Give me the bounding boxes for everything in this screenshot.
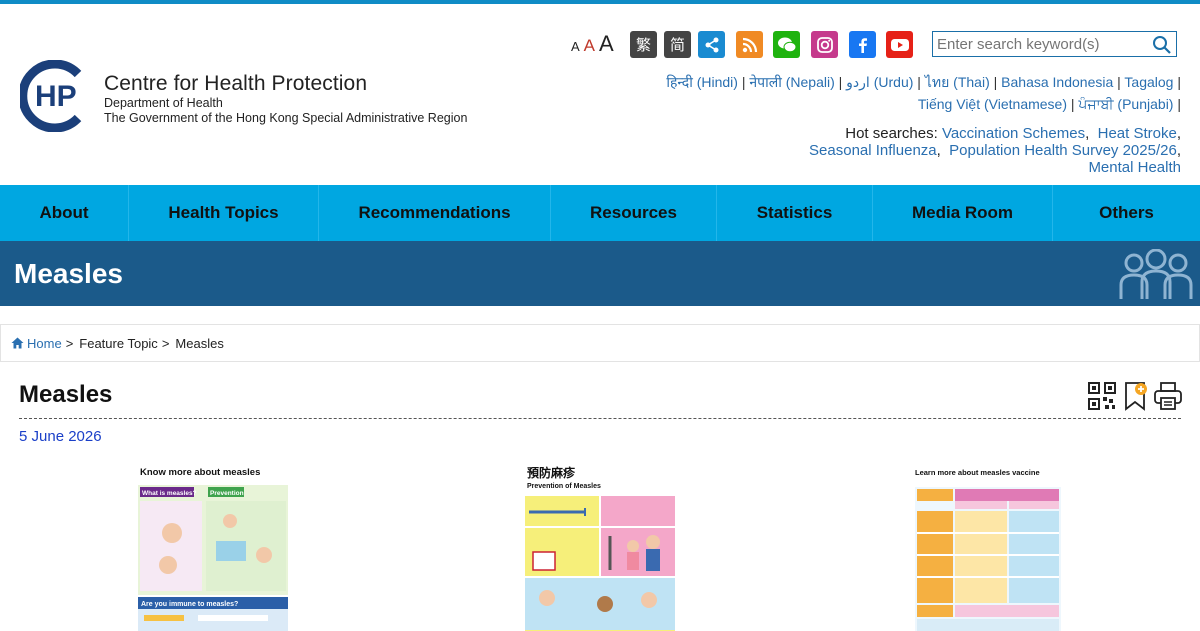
simp-label: 简 xyxy=(669,37,685,54)
youtube-icon xyxy=(890,38,909,51)
rss-icon xyxy=(742,37,757,52)
poster-measles-vaccine[interactable]: Learn more about measles vaccine xyxy=(913,464,1063,631)
lang-punjabi[interactable]: ਪੰਜਾਬੀ (Punjabi) xyxy=(1078,96,1173,112)
rss-button[interactable] xyxy=(736,31,763,58)
hot-search-link[interactable]: Vaccination Schemes xyxy=(942,125,1085,142)
search-input[interactable] xyxy=(937,35,1147,53)
nav-others[interactable]: Others xyxy=(1053,185,1200,241)
lang-urdu[interactable]: اردو (Urdu) xyxy=(846,74,913,90)
nav-media-room[interactable]: Media Room xyxy=(873,185,1053,241)
font-large-button[interactable]: A xyxy=(599,31,614,57)
org-dept: Department of Health xyxy=(104,96,223,110)
page-banner: Measles xyxy=(0,241,1200,306)
main-nav: About Health Topics Recommendations Reso… xyxy=(0,185,1200,241)
lang-vietnamese[interactable]: Tiếng Việt (Vietnamese) xyxy=(918,96,1067,112)
instagram-icon xyxy=(816,36,833,53)
hot-searches: Hot searches: Vaccination Schemes, Heat … xyxy=(809,125,1181,176)
poster-title: Learn more about measles vaccine xyxy=(915,468,1040,477)
people-icon xyxy=(1119,249,1193,299)
font-size-switcher: A A A xyxy=(571,31,614,57)
publish-date: 5 June 2026 xyxy=(19,428,102,445)
hot-search-link[interactable]: Seasonal Influenza xyxy=(809,142,937,159)
poster-artwork: What is measles? Prevention Are you immu… xyxy=(138,485,288,631)
instagram-button[interactable] xyxy=(811,31,838,58)
nav-statistics[interactable]: Statistics xyxy=(717,185,873,241)
breadcrumb: Home > Feature Topic > Measles xyxy=(0,324,1200,362)
qr-code-icon[interactable] xyxy=(1087,381,1117,411)
poster-prevention-measles[interactable]: 預防麻疹 Prevention of Measles xyxy=(525,464,675,631)
poster-sub2: Prevention xyxy=(210,490,244,497)
org-gov: The Government of the Hong Kong Special … xyxy=(104,111,468,125)
chp-logo[interactable]: HP xyxy=(20,60,92,132)
share-icon xyxy=(705,37,718,52)
home-icon[interactable] xyxy=(11,337,24,349)
nav-health-topics[interactable]: Health Topics xyxy=(129,185,319,241)
search-icon[interactable] xyxy=(1152,35,1172,55)
font-small-button[interactable]: A xyxy=(571,39,580,54)
nav-recommendations[interactable]: Recommendations xyxy=(319,185,551,241)
font-medium-button[interactable]: A xyxy=(584,36,595,56)
poster-artwork xyxy=(525,496,675,631)
poster-artwork xyxy=(915,487,1061,631)
print-icon[interactable] xyxy=(1153,381,1183,411)
trad-label: 繁 xyxy=(635,37,651,54)
lang-hindi[interactable]: हिन्दी (Hindi) xyxy=(666,74,738,90)
traditional-chinese-button[interactable]: 繁 xyxy=(630,31,657,58)
title-divider xyxy=(19,418,1181,419)
hot-search-link[interactable]: Mental Health xyxy=(1088,159,1181,176)
simplified-chinese-button[interactable]: 简 xyxy=(664,31,691,58)
hot-search-link[interactable]: Heat Stroke xyxy=(1098,125,1177,142)
lang-nepali[interactable]: नेपाली (Nepali) xyxy=(749,74,834,90)
hot-search-link[interactable]: Population Health Survey 2025/26 xyxy=(949,142,1177,159)
poster-subtitle: Prevention of Measles xyxy=(527,483,601,490)
nav-about[interactable]: About xyxy=(0,185,129,241)
org-title-block: Centre for Health Protection Department … xyxy=(104,72,467,126)
nav-resources[interactable]: Resources xyxy=(551,185,717,241)
wechat-button[interactable] xyxy=(773,31,800,58)
breadcrumb-current: Measles xyxy=(175,335,224,351)
poster-title: Know more about measles xyxy=(140,467,261,478)
svg-text:HP: HP xyxy=(35,80,77,113)
lang-tagalog[interactable]: Tagalog xyxy=(1124,74,1173,90)
poster-title-zh: 預防麻疹 xyxy=(527,466,576,480)
poster-sub1: What is measles? xyxy=(142,490,197,497)
youtube-button[interactable] xyxy=(886,31,913,58)
site-header: HP Centre for Health Protection Departme… xyxy=(0,4,1200,185)
share-button[interactable] xyxy=(698,31,725,58)
lang-thai[interactable]: ไทย (Thai) xyxy=(925,74,990,90)
wechat-icon xyxy=(777,37,796,52)
org-name: Centre for Health Protection xyxy=(104,72,368,95)
page-title: Measles xyxy=(19,381,113,408)
facebook-icon xyxy=(858,37,867,53)
lang-indonesian[interactable]: Bahasa Indonesia xyxy=(1001,74,1113,90)
breadcrumb-home[interactable]: Home xyxy=(27,336,62,351)
hot-searches-label: Hot searches: xyxy=(845,125,938,142)
facebook-button[interactable] xyxy=(849,31,876,58)
breadcrumb-feature: Feature Topic xyxy=(79,335,158,351)
poster-sub3: Are you immune to measles? xyxy=(141,601,238,608)
poster-know-measles[interactable]: Know more about measles What is measles?… xyxy=(138,464,288,631)
banner-title: Measles xyxy=(14,258,123,289)
bookmark-icon[interactable] xyxy=(1121,381,1151,411)
language-links: हिन्दी (Hindi) | नेपाली (Nepali) | اردو … xyxy=(666,74,1181,112)
search-box xyxy=(932,31,1177,57)
